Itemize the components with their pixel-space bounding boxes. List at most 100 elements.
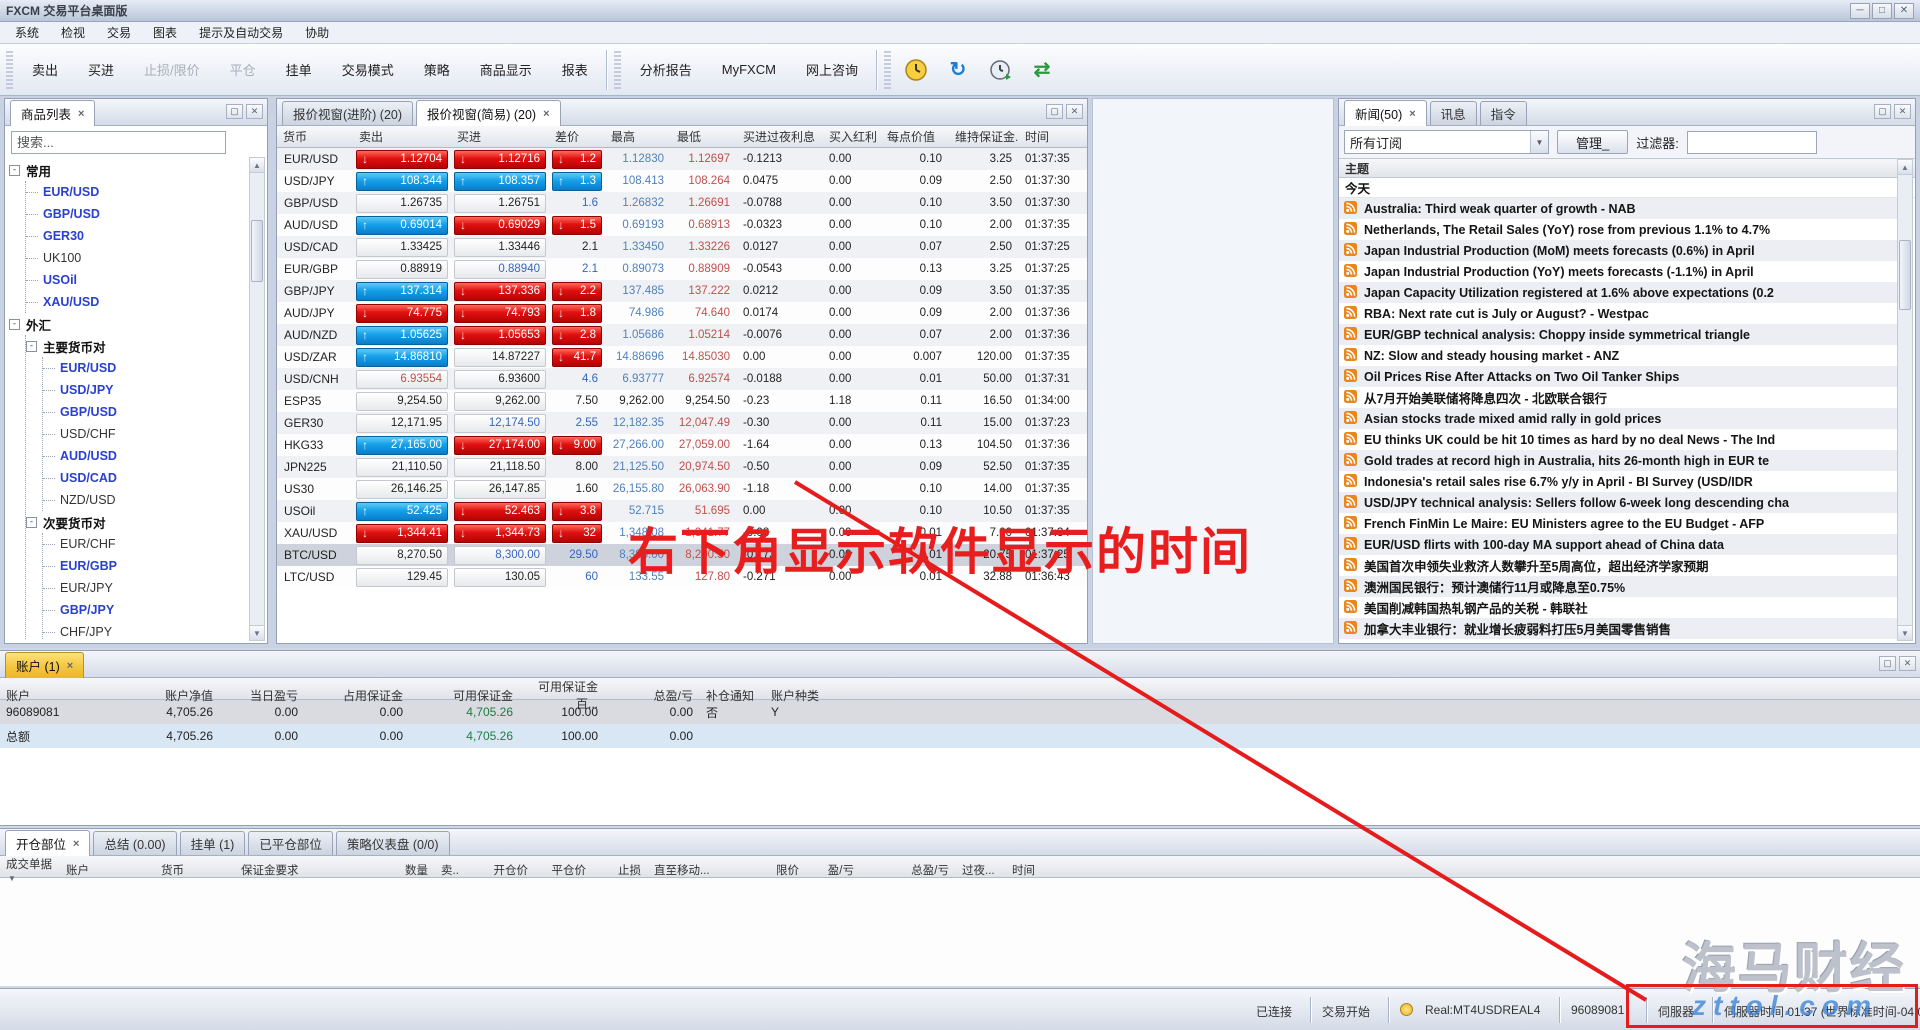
tab-positions-0[interactable]: 开仓部位× — [5, 830, 90, 856]
column-header[interactable]: 买入红利 — [823, 128, 881, 145]
menu-item[interactable]: 交易 — [96, 22, 142, 43]
manage-button[interactable]: 管理_ — [1557, 130, 1628, 154]
buy-price-button[interactable]: 26,147.85 — [454, 480, 546, 499]
column-header[interactable]: 时间 — [1019, 128, 1079, 145]
tree-item[interactable]: -常用 — [9, 159, 247, 181]
tree-item[interactable]: -次要货币对 — [26, 511, 247, 533]
news-item[interactable]: Netherlands, The Retail Sales (YoY) rose… — [1339, 219, 1897, 240]
account-row[interactable]: 总额4,705.260.000.004,705.26100.000.00 — [0, 724, 1920, 748]
close-icon[interactable]: ✕ — [1894, 3, 1914, 19]
column-header[interactable]: 货币 — [155, 862, 235, 878]
quote-row[interactable]: HKG33↑27,165.00↓27,174.00↓9.0027,266.002… — [277, 434, 1087, 456]
tab-positions-2[interactable]: 挂单 (1) — [180, 831, 246, 855]
buy-price-button[interactable]: ↓1,344.73 — [454, 524, 546, 543]
news-item[interactable]: Japan Capacity Utilization registered at… — [1339, 282, 1897, 303]
column-header[interactable]: 过夜... — [956, 862, 1006, 878]
column-header[interactable]: 账户种类 — [765, 687, 855, 704]
news-item[interactable]: 澳洲国民银行：预计澳储行11月或降息至0.75% — [1339, 576, 1897, 597]
analysis-report-button[interactable]: 分析报告 — [625, 46, 707, 94]
tab-symbol-list[interactable]: 商品列表 × — [10, 100, 95, 126]
online-support-button[interactable]: 网上咨询 — [791, 46, 873, 94]
column-header[interactable]: 占用保证金 — [305, 687, 410, 704]
trade-mode-button[interactable]: 交易模式 — [327, 46, 409, 94]
column-header[interactable]: 保证金要求 — [235, 862, 385, 878]
close-icon[interactable]: ✕ — [246, 104, 263, 119]
column-header[interactable]: 盈/亏 — [806, 862, 861, 878]
spread-cell[interactable]: ↓2.2 — [552, 282, 602, 301]
news-item[interactable]: EUR/GBP technical analysis: Choppy insid… — [1339, 324, 1897, 345]
buy-price-button[interactable]: 12,174.50 — [454, 414, 546, 433]
drag-handle[interactable] — [614, 51, 621, 89]
menu-item[interactable]: 检视 — [50, 22, 96, 43]
restore-icon[interactable]: ▢ — [1874, 104, 1891, 119]
buy-price-button[interactable]: 21,118.50 — [454, 458, 546, 477]
sell-price-button[interactable]: 26,146.25 — [356, 480, 448, 499]
account-row[interactable]: 960890814,705.260.000.004,705.26100.000.… — [0, 700, 1920, 724]
news-item[interactable]: Indonesia's retail sales rise 6.7% y/y i… — [1339, 471, 1897, 492]
tab-accounts[interactable]: 账户 (1) × — [5, 652, 84, 678]
scrollbar-thumb[interactable] — [251, 220, 263, 282]
column-header[interactable]: 账户 — [0, 687, 140, 704]
sell-price-button[interactable]: 8,270.50 — [356, 546, 448, 565]
column-header[interactable]: 维持保证金... — [949, 128, 1019, 145]
quote-row[interactable]: GBP/JPY↑137.314↓137.336↓2.2137.485137.22… — [277, 280, 1087, 302]
sell-price-button[interactable]: ↑1.05625 — [356, 326, 448, 345]
drag-handle[interactable] — [6, 51, 13, 89]
collapse-icon[interactable]: - — [26, 341, 37, 352]
spread-cell[interactable]: ↓1.8 — [552, 304, 602, 323]
quote-row[interactable]: GER3012,171.9512,174.502.5512,182.3512,0… — [277, 412, 1087, 434]
tree-item[interactable]: -主要货币对 — [26, 335, 247, 357]
tab-positions-1[interactable]: 总结 (0.00) — [93, 831, 176, 855]
tree-item[interactable]: XAU/USD — [26, 291, 247, 313]
column-header[interactable]: 最低 — [671, 128, 737, 145]
quote-row[interactable]: BTC/USD8,270.508,300.0029.508,385.008,20… — [277, 544, 1087, 566]
buy-price-button[interactable]: 0.88940 — [454, 260, 546, 279]
spread-cell[interactable]: ↓32 — [552, 524, 602, 543]
sell-price-button[interactable]: 1.26735 — [356, 194, 448, 213]
close-icon[interactable]: ✕ — [1899, 656, 1916, 671]
quote-row[interactable]: AUD/USD↑0.69014↓0.69029↓1.50.691930.6891… — [277, 214, 1087, 236]
sell-price-button[interactable]: 129.45 — [356, 568, 448, 587]
column-header[interactable]: 账户净值 — [140, 687, 220, 704]
tab-messages[interactable]: 讯息 — [1430, 101, 1477, 125]
strategy-button[interactable]: 策略 — [409, 46, 465, 94]
buy-price-button[interactable]: ↓74.793 — [454, 304, 546, 323]
column-header[interactable]: 买进过夜利息 — [737, 128, 823, 145]
tree-item[interactable]: NZD/USD — [43, 489, 247, 511]
buy-price-button[interactable]: ↓52.463 — [454, 502, 546, 521]
sell-price-button[interactable]: 21,110.50 — [356, 458, 448, 477]
buy-price-button[interactable]: 9,262.00 — [454, 392, 546, 411]
quote-row[interactable]: EUR/USD↓1.12704↓1.12716↓1.21.128301.1269… — [277, 148, 1087, 170]
news-item[interactable]: 从7月开始美联储将降息四次 - 北欧联合银行 — [1339, 387, 1897, 408]
column-header[interactable]: 货币 — [277, 128, 353, 145]
pending-order-button[interactable]: 挂单 — [271, 46, 327, 94]
spread-cell[interactable]: ↓2.8 — [552, 326, 602, 345]
column-header[interactable]: 卖.. — [435, 862, 480, 878]
column-header[interactable]: 买进 — [451, 128, 549, 145]
minimize-icon[interactable]: ─ — [1850, 3, 1870, 19]
buy-price-button[interactable]: 6.93600 — [454, 370, 546, 389]
tree-item[interactable]: USD/CAD — [43, 467, 247, 489]
tree-item[interactable]: AUD/USD — [43, 445, 247, 467]
sell-price-button[interactable]: ↑137.314 — [356, 282, 448, 301]
news-item[interactable]: Oil Prices Rise After Attacks on Two Oil… — [1339, 366, 1897, 387]
tree-item[interactable]: USD/JPY — [43, 379, 247, 401]
news-item[interactable]: 美国削减韩国热轧钢产品的关税 - 韩联社 — [1339, 597, 1897, 618]
quote-row[interactable]: XAU/USD↓1,344.41↓1,344.73↓321,348.081,34… — [277, 522, 1087, 544]
tree-item[interactable]: EUR/GBP — [43, 555, 247, 577]
buy-price-button[interactable]: ↓1.12716 — [454, 150, 546, 169]
quote-row[interactable]: US3026,146.2526,147.851.6026,155.8026,06… — [277, 478, 1087, 500]
buy-price-button[interactable]: 14.87227 — [454, 348, 546, 367]
tree-item[interactable]: -外汇 — [9, 313, 247, 335]
collapse-icon[interactable]: - — [9, 319, 20, 330]
restore-icon[interactable]: ▢ — [226, 104, 243, 119]
sell-price-button[interactable]: ↑0.69014 — [356, 216, 448, 235]
quote-row[interactable]: LTC/USD129.45130.0560133.55127.80-0.2710… — [277, 566, 1087, 588]
history-icon[interactable] — [985, 55, 1015, 85]
quote-row[interactable]: ESP359,254.509,262.007.509,262.009,254.5… — [277, 390, 1087, 412]
quote-row[interactable]: USOil↑52.425↓52.463↓3.852.71551.6950.000… — [277, 500, 1087, 522]
column-header[interactable]: 时间 — [1006, 862, 1061, 878]
buy-price-button[interactable]: ↓0.69029 — [454, 216, 546, 235]
restore-icon[interactable]: ▢ — [1879, 656, 1896, 671]
quote-row[interactable]: AUD/JPY↓74.775↓74.793↓1.874.98674.6400.0… — [277, 302, 1087, 324]
